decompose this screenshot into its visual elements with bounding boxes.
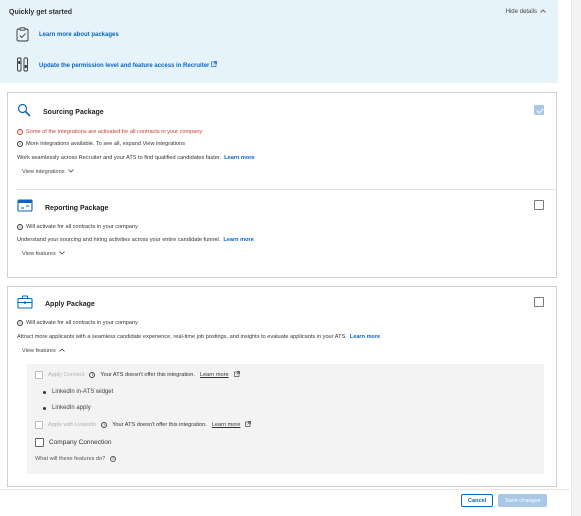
save-changes-button[interactable]: Save changes — [498, 494, 548, 507]
hide-details-button[interactable]: Hide details — [506, 9, 546, 15]
warning-icon: ! — [17, 129, 23, 135]
apply-connect-checkbox[interactable] — [35, 371, 43, 379]
apply-package-card: Apply Package i Will activate for all co… — [7, 286, 557, 487]
chevron-up-icon — [59, 348, 65, 354]
learn-more-packages-link[interactable]: Learn more about packages — [39, 32, 119, 38]
reporting-package-title: Reporting Package — [45, 204, 109, 212]
company-connection-label: Company Connection — [49, 439, 112, 446]
apply-connect-row: Apply Connect i Your ATS doesn't offer t… — [35, 371, 240, 379]
sourcing-warning: ! Some of the integrations are activated… — [17, 129, 202, 135]
apply-connect-learn-more-link[interactable]: Learn more — [200, 372, 229, 378]
feature-bullet: LinkedIn apply — [43, 405, 91, 411]
apply-description-text: Attract more applicants with a seamless … — [17, 334, 347, 340]
chevron-up-icon — [540, 9, 546, 15]
sourcing-package-checkbox[interactable] — [534, 105, 544, 115]
apply-learn-more-link[interactable]: Learn more — [350, 334, 380, 340]
external-link-icon — [233, 371, 240, 379]
chevron-down-icon — [59, 251, 65, 257]
apply-connect-note: Your ATS doesn't offer this integration. — [100, 372, 195, 378]
reporting-info: i Will activate for all contracts in you… — [17, 224, 138, 230]
quick-start-panel: Quickly get started Hide details Learn m… — [0, 0, 558, 83]
apply-package-checkbox[interactable] — [534, 297, 544, 307]
info-icon: i — [89, 372, 96, 378]
bullet-dot — [43, 390, 46, 394]
packages-link-row[interactable]: Learn more about packages — [16, 27, 119, 42]
apply-package-title: Apply Package — [45, 301, 95, 308]
apply-view-features-toggle[interactable]: View features — [22, 348, 65, 354]
packages-card-primary: Sourcing Package ! Some of the integrati… — [7, 92, 557, 278]
features-help-row[interactable]: What will these features do? ? — [35, 456, 117, 462]
sourcing-package: Sourcing Package ! Some of the integrati… — [8, 93, 556, 189]
sourcing-description-text: Work seamlessly across Recruiter and you… — [17, 155, 222, 161]
feature-bullet-label: LinkedIn in-ATS widget — [52, 389, 114, 395]
sourcing-warning-text: Some of the integrations are activated f… — [26, 129, 203, 135]
permission-level-link[interactable]: Update the permission level and feature … — [39, 60, 217, 69]
features-help-text: What will these features do? — [35, 456, 106, 462]
info-icon: i — [17, 224, 23, 230]
reporting-package: Reporting Package i Will activate for al… — [8, 190, 556, 278]
feature-bullet: LinkedIn in-ATS widget — [43, 389, 113, 395]
external-link-icon — [211, 60, 217, 69]
permission-level-label: Update the permission level and feature … — [39, 62, 210, 69]
apply-info-text: Will activate for all contracts in your … — [26, 320, 138, 326]
reporting-description-text: Understand your sourcing and hiring acti… — [17, 237, 221, 243]
company-connection-checkbox[interactable] — [35, 438, 44, 447]
clipboard-check-icon — [16, 27, 29, 42]
apply-features-panel: Apply Connect i Your ATS doesn't offer t… — [27, 364, 544, 474]
reporting-info-text: Will activate for all contracts in your … — [26, 224, 138, 230]
chevron-down-icon — [67, 169, 74, 175]
apply-with-linkedin-checkbox[interactable] — [35, 421, 43, 429]
apply-info: i Will activate for all contracts in you… — [17, 320, 138, 326]
bullet-dot — [43, 406, 46, 410]
reporting-view-features-toggle[interactable]: View features — [22, 251, 65, 257]
sourcing-package-header: Sourcing Package — [17, 103, 104, 122]
info-icon: i — [17, 141, 23, 147]
reporting-package-checkbox[interactable] — [534, 200, 544, 210]
apply-view-features-label: View features — [22, 348, 56, 354]
view-integrations-toggle[interactable]: View integrations — [22, 169, 74, 175]
permission-link-row[interactable]: Update the permission level and feature … — [16, 57, 217, 72]
hide-details-label: Hide details — [505, 9, 537, 15]
feature-bullet-label: LinkedIn apply — [52, 405, 91, 411]
reporting-view-features-label: View features — [22, 251, 56, 257]
sourcing-info: i More integrations available. To see al… — [17, 141, 185, 147]
company-connection-row: Company Connection — [35, 438, 112, 447]
sourcing-package-title: Sourcing Package — [43, 109, 104, 116]
help-icon: ? — [110, 456, 117, 462]
sourcing-learn-more-link[interactable]: Learn more — [224, 155, 254, 161]
view-integrations-label: View integrations — [22, 169, 65, 175]
apply-description: Attract more applicants with a seamless … — [17, 334, 380, 340]
sourcing-description: Work seamlessly across Recruiter and you… — [17, 155, 255, 161]
report-icon — [17, 199, 33, 217]
apply-with-linkedin-label: Apply with LinkedIn — [48, 422, 97, 428]
info-icon: i — [17, 320, 23, 326]
briefcase-icon — [17, 295, 33, 314]
search-icon — [17, 103, 31, 122]
apply-with-linkedin-note: Your ATS doesn't offer this integration. — [112, 422, 207, 428]
scrollbar[interactable] — [571, 0, 581, 516]
settings-sliders-icon — [16, 57, 29, 72]
footer-divider — [0, 489, 570, 490]
external-link-icon — [245, 421, 252, 429]
info-icon: i — [101, 422, 108, 428]
reporting-package-header: Reporting Package — [17, 199, 108, 217]
sourcing-info-text: More integrations available. To see all,… — [26, 141, 186, 147]
reporting-description: Understand your sourcing and hiring acti… — [17, 237, 254, 243]
quick-start-title: Quickly get started — [9, 9, 73, 16]
cancel-button[interactable]: Cancel — [461, 494, 494, 507]
apply-package-header: Apply Package — [17, 295, 95, 314]
reporting-learn-more-link[interactable]: Learn more — [223, 237, 253, 243]
apply-with-linkedin-row: Apply with LinkedIn i Your ATS doesn't o… — [35, 421, 252, 429]
apply-with-linkedin-learn-more-link[interactable]: Learn more — [212, 422, 241, 428]
apply-connect-label: Apply Connect — [48, 372, 85, 378]
